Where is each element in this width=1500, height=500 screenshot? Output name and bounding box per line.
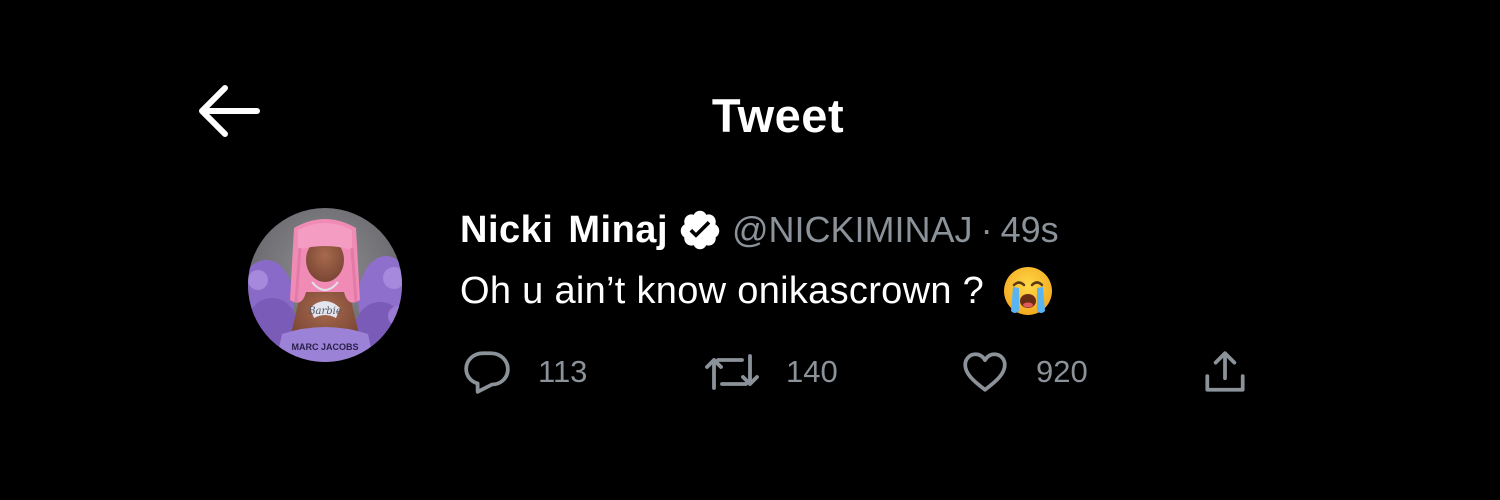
reply-icon	[464, 351, 510, 394]
tweet-text: Oh u ain’t know onikascrown ?	[460, 269, 985, 312]
retweet-count: 140	[786, 354, 838, 389]
like-button[interactable]: 920	[960, 340, 1088, 404]
tweet-header: Nicki Minaj @NICKIMINAJ · 49s	[460, 204, 1059, 256]
retweet-button[interactable]: 140	[704, 340, 838, 404]
avatar-image: Barbie MARC JACOBS	[248, 208, 402, 362]
loudly-crying-face-icon	[1002, 265, 1054, 317]
verified-badge-icon	[678, 208, 722, 252]
handle[interactable]: @NICKIMINAJ	[732, 209, 973, 251]
reply-count: 113	[538, 354, 588, 389]
display-name[interactable]: Nicki Minaj	[460, 209, 668, 252]
tweet-text-row: Oh u ain’t know onikascrown ?	[460, 265, 1054, 317]
timestamp[interactable]: 49s	[1001, 209, 1059, 251]
like-count: 920	[1036, 354, 1088, 389]
page-title: Tweet	[711, 89, 845, 142]
share-button[interactable]	[1200, 340, 1250, 404]
heart-icon	[963, 352, 1007, 392]
reply-button[interactable]: 113	[462, 340, 587, 404]
retweet-icon	[705, 354, 759, 390]
avatar-badge-text: Barbie	[307, 306, 342, 317]
avatar-shirt-text: MARC JACOBS	[291, 342, 358, 352]
share-icon	[1205, 351, 1245, 392]
avatar[interactable]: Barbie MARC JACOBS	[248, 208, 402, 362]
separator-dot: ·	[980, 209, 993, 250]
